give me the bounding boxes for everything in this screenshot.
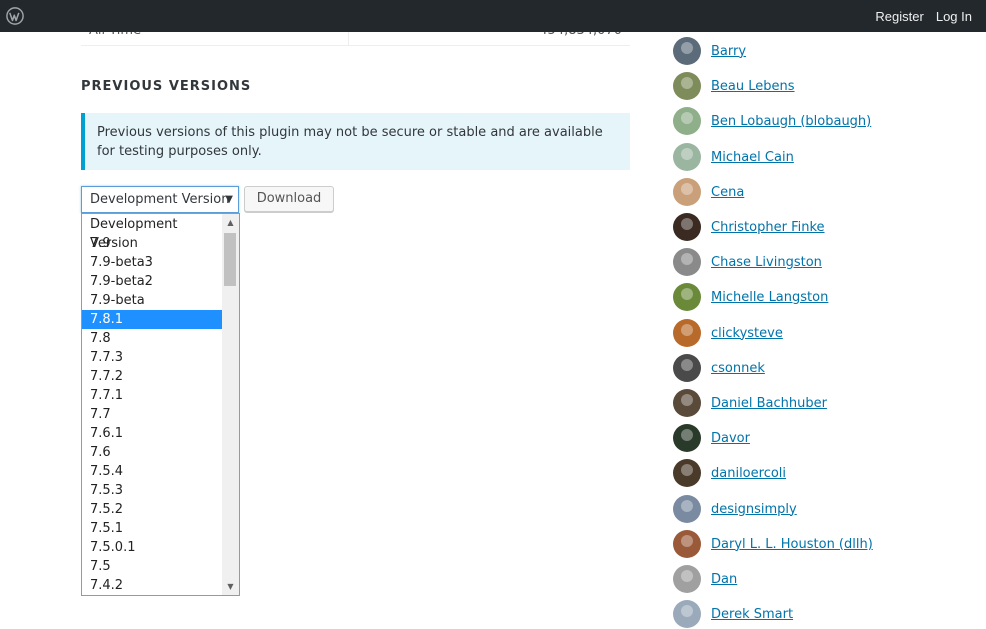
version-option[interactable]: 7.5.4 [82, 462, 222, 481]
contributor-item: daniloercoli [673, 458, 786, 488]
contributor-link[interactable]: Daniel Bachhuber [711, 396, 827, 411]
version-dropdown-list[interactable]: Development Version 7.9 7.9-beta3 7.9-be… [81, 213, 240, 596]
avatar [673, 495, 701, 523]
contributor-link[interactable]: Christopher Finke [711, 220, 825, 235]
contributor-link[interactable]: Chase Livingston [711, 255, 822, 270]
contributor-link[interactable]: Michael Cain [711, 150, 794, 165]
contributor-link[interactable]: Davor [711, 431, 750, 446]
avatar [673, 248, 701, 276]
contributor-item: Chase Livingston [673, 247, 822, 277]
contributor-link[interactable]: Cena [711, 185, 744, 200]
version-option[interactable]: 7.6 [82, 443, 222, 462]
contributor-item: Barry [673, 36, 746, 66]
version-option[interactable]: 7.6.1 [82, 424, 222, 443]
contributor-link[interactable]: designsimply [711, 502, 797, 517]
contributor-item: Cena [673, 177, 744, 207]
version-option[interactable]: 7.7.2 [82, 367, 222, 386]
version-option[interactable]: 7.7 [82, 405, 222, 424]
contributor-link[interactable]: clickysteve [711, 326, 783, 341]
contributor-item: Beau Lebens [673, 71, 795, 101]
avatar [673, 389, 701, 417]
version-option[interactable]: 7.5.1 [82, 519, 222, 538]
avatar [673, 459, 701, 487]
version-select[interactable]: Development Version ▼ [81, 186, 239, 213]
avatar [673, 354, 701, 382]
version-option[interactable]: 7.4.2 [82, 576, 222, 595]
scrollbar-thumb[interactable] [224, 233, 236, 286]
contributor-item: clickysteve [673, 318, 783, 348]
contributor-item: Christopher Finke [673, 212, 825, 242]
avatar [673, 530, 701, 558]
version-option[interactable]: 7.9 [82, 234, 222, 253]
version-option[interactable]: 7.5.2 [82, 500, 222, 519]
contributor-link[interactable]: Daryl L. L. Houston (dllh) [711, 537, 873, 552]
contributor-link[interactable]: Beau Lebens [711, 79, 795, 94]
version-option[interactable]: 7.5.0.1 [82, 538, 222, 557]
contributor-item: Michael Cain [673, 142, 794, 172]
version-option[interactable]: 7.5 [82, 557, 222, 576]
version-option[interactable]: 7.9-beta3 [82, 253, 222, 272]
contributor-item: Ben Lobaugh (blobaugh) [673, 106, 871, 136]
register-link[interactable]: Register [875, 9, 923, 24]
admin-bar: Register Log In [0, 0, 986, 32]
dropdown-scrollbar[interactable]: ▲ ▼ [222, 214, 239, 595]
contributor-link[interactable]: daniloercoli [711, 466, 786, 481]
contributor-link[interactable]: csonnek [711, 361, 765, 376]
version-option[interactable]: 7.7.3 [82, 348, 222, 367]
contributors-list: Barry Beau Lebens Ben Lobaugh (blobaugh)… [673, 0, 973, 628]
version-option[interactable]: Development Version [82, 215, 222, 251]
version-option[interactable]: 7.9-beta2 [82, 272, 222, 291]
version-option[interactable]: 7.9-beta [82, 291, 222, 310]
avatar [673, 283, 701, 311]
scroll-down-arrow-icon[interactable]: ▼ [222, 578, 239, 595]
contributor-item: designsimply [673, 494, 797, 524]
contributor-link[interactable]: Barry [711, 44, 746, 59]
login-link[interactable]: Log In [936, 9, 972, 24]
avatar [673, 178, 701, 206]
contributor-item: Dan [673, 564, 737, 594]
version-select-value: Development Version [90, 192, 230, 207]
previous-versions-heading: PREVIOUS VERSIONS [81, 79, 252, 94]
avatar [673, 213, 701, 241]
wordpress-logo-icon[interactable] [6, 7, 24, 25]
avatar [673, 37, 701, 65]
version-option[interactable]: 7.7.1 [82, 386, 222, 405]
contributor-item: Davor [673, 423, 750, 453]
contributor-item: csonnek [673, 353, 765, 383]
contributor-item: Daryl L. L. Houston (dllh) [673, 529, 873, 559]
contributor-item: Daniel Bachhuber [673, 388, 827, 418]
download-button[interactable]: Download [244, 186, 334, 212]
dropdown-arrow-icon[interactable]: ▼ [225, 187, 233, 212]
contributor-link[interactable]: Dan [711, 572, 737, 587]
avatar [673, 72, 701, 100]
contributor-item: Michelle Langston [673, 282, 828, 312]
contributor-link[interactable]: Ben Lobaugh (blobaugh) [711, 114, 871, 129]
avatar [673, 565, 701, 593]
contributor-item: Derek Smart [673, 599, 793, 629]
contributor-link[interactable]: Derek Smart [711, 607, 793, 622]
avatar [673, 319, 701, 347]
version-option[interactable]: 7.8 [82, 329, 222, 348]
contributor-link[interactable]: Michelle Langston [711, 290, 828, 305]
scroll-up-arrow-icon[interactable]: ▲ [222, 214, 239, 231]
previous-versions-notice: Previous versions of this plugin may not… [81, 113, 630, 170]
version-option-highlighted[interactable]: 7.8.1 [82, 310, 222, 329]
version-option[interactable]: 7.5.3 [82, 481, 222, 500]
avatar [673, 143, 701, 171]
avatar [673, 107, 701, 135]
avatar [673, 424, 701, 452]
